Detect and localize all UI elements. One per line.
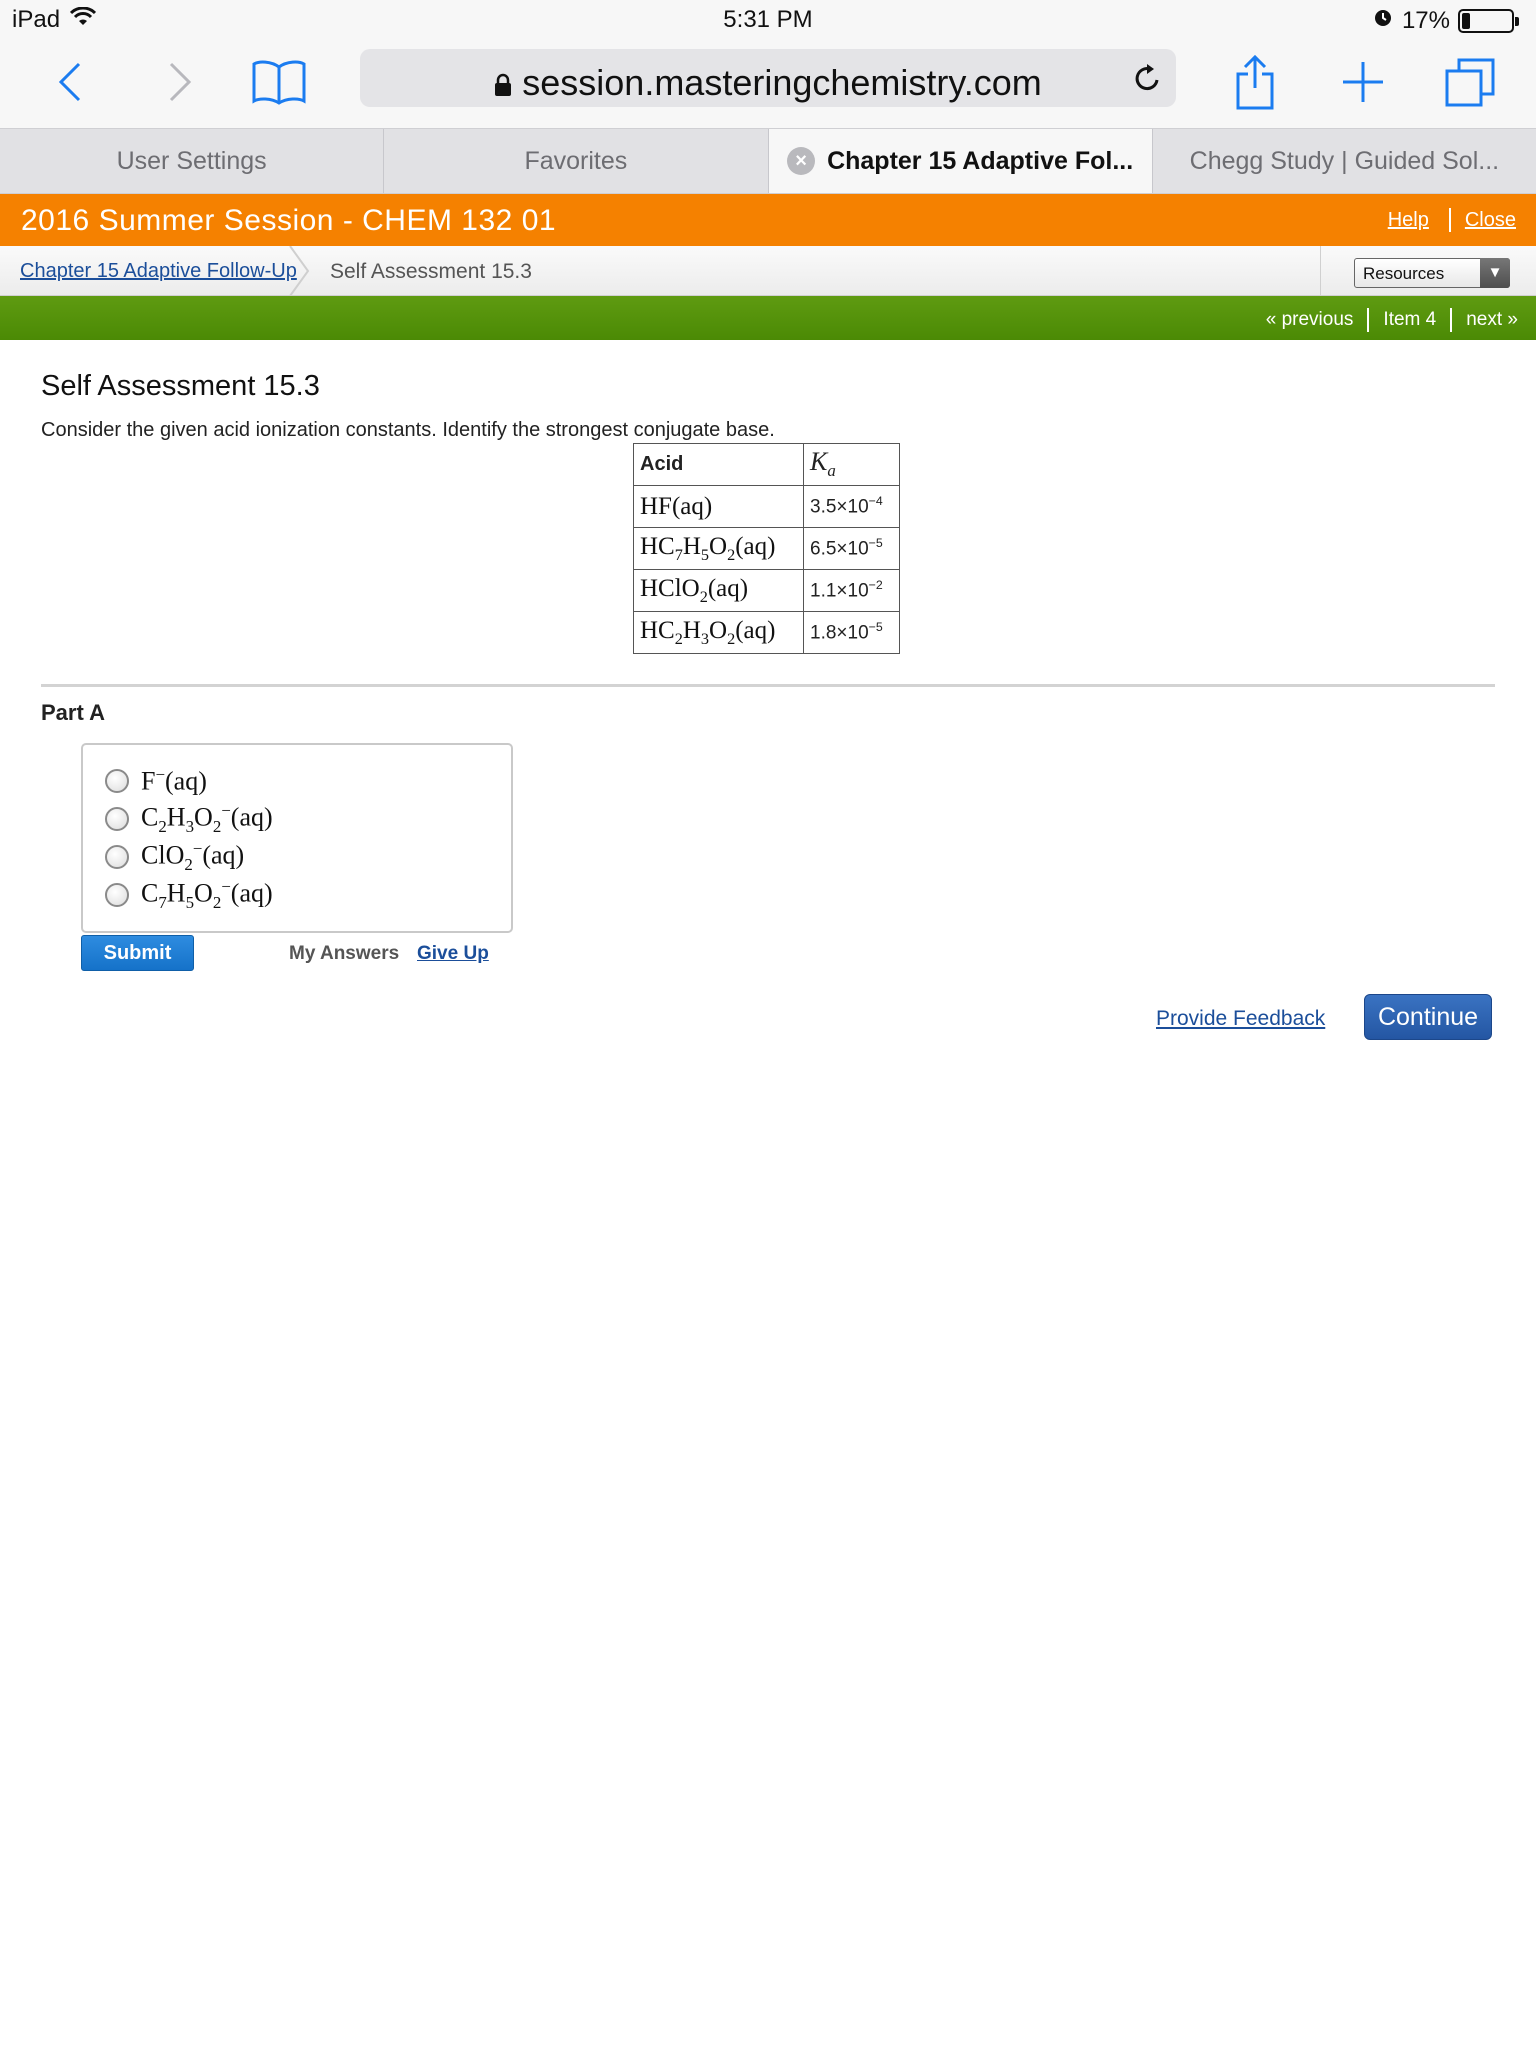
address-bar[interactable]: session.masteringchemistry.com (360, 49, 1176, 107)
reload-button[interactable] (1132, 62, 1162, 99)
table-row: HC7H5O2(aq) 6.5×10−5 (633, 527, 900, 570)
ka-table: Acid Ka HF(aq) 3.5×10−4 HC7H5O2(aq) 6.5×… (633, 443, 900, 654)
close-link[interactable]: Close (1465, 209, 1516, 232)
choice-label: C2H3O2−(aq) (141, 801, 273, 836)
previous-link[interactable]: « previous (1266, 309, 1354, 331)
give-up-link[interactable]: Give Up (417, 943, 489, 965)
status-right: 17% (1372, 6, 1519, 35)
chevron-left-icon (58, 62, 81, 102)
reload-icon (1135, 64, 1159, 91)
breadcrumb-parent-link[interactable]: Chapter 15 Adaptive Follow-Up (20, 260, 297, 283)
divider (1367, 308, 1370, 332)
help-link[interactable]: Help (1388, 209, 1429, 232)
choice-chlorite[interactable]: ClO2−(aq) (105, 839, 244, 875)
table-row: HClO2(aq) 1.1×10−2 (633, 569, 900, 612)
choice-label: F−(aq) (141, 765, 207, 796)
plus-icon (1343, 62, 1383, 102)
resources-label: Resources (1363, 264, 1445, 283)
acid-formula: HClO2(aq) (633, 569, 804, 612)
my-answers-link[interactable]: My Answers (289, 943, 399, 965)
choice-label: C7H5O2−(aq) (141, 877, 273, 912)
choice-label: ClO2−(aq) (141, 839, 245, 874)
header-acid: Acid (633, 443, 804, 486)
battery-percent: 17% (1401, 6, 1450, 34)
back-button[interactable] (48, 52, 92, 112)
table-header-row: Acid Ka (633, 443, 900, 486)
question-text: Consider the given acid ionization const… (41, 419, 775, 441)
course-header: 2016 Summer Session - CHEM 132 01 Help C… (0, 194, 1536, 246)
tab-favorites[interactable]: Favorites (384, 129, 769, 193)
course-links: Help Close (1388, 208, 1516, 232)
part-label: Part A (41, 700, 105, 725)
tab-label: User Settings (116, 146, 267, 175)
chevron-right-icon (169, 62, 192, 102)
resources-dropdown[interactable]: Resources ▼ (1354, 258, 1510, 288)
url-text: session.masteringchemistry.com (522, 62, 1042, 103)
acid-formula: HF(aq) (633, 485, 804, 528)
status-left: iPad (12, 6, 97, 34)
radio-button[interactable] (105, 883, 129, 907)
acid-formula: HC7H5O2(aq) (633, 527, 804, 570)
ka-value: 1.8×10−5 (803, 611, 900, 654)
tab-chapter-15[interactable]: × Chapter 15 Adaptive Fol... (768, 129, 1153, 193)
book-icon (252, 60, 306, 105)
radio-button[interactable] (105, 845, 129, 869)
breadcrumb: Chapter 15 Adaptive Follow-Up Self Asses… (0, 246, 1536, 296)
close-tab-icon[interactable]: × (787, 147, 816, 175)
device-name: iPad (12, 6, 61, 33)
item-number: Item 4 (1383, 309, 1437, 330)
page-title: Self Assessment 15.3 (41, 370, 320, 402)
tabs-overview-icon (1445, 58, 1495, 107)
choice-benzoate[interactable]: C7H5O2−(aq) (105, 877, 273, 913)
choice-acetate[interactable]: C2H3O2−(aq) (105, 801, 273, 837)
status-bar: iPad 5:31 PM 17% (0, 0, 1536, 40)
breadcrumb-chevron-icon (289, 246, 310, 296)
tab-label: Chegg Study | Guided Sol... (1189, 146, 1500, 175)
resources-area: Resources ▼ (1320, 246, 1536, 296)
share-icon (1236, 54, 1274, 110)
dropdown-arrow-icon: ▼ (1480, 258, 1510, 288)
new-tab-button[interactable] (1338, 52, 1388, 112)
submit-button[interactable]: Submit (81, 935, 194, 971)
tabs-button[interactable] (1442, 52, 1498, 112)
share-button[interactable] (1230, 52, 1280, 112)
next-link[interactable]: next » (1466, 309, 1518, 331)
ka-value: 6.5×10−5 (803, 527, 900, 570)
table-row: HF(aq) 3.5×10−4 (633, 485, 900, 528)
tab-chegg-study[interactable]: Chegg Study | Guided Sol... (1153, 129, 1536, 193)
battery-fill (1462, 12, 1471, 29)
course-title: 2016 Summer Session - CHEM 132 01 (21, 204, 557, 237)
tab-user-settings[interactable]: User Settings (0, 129, 385, 193)
answer-choices: F−(aq) C2H3O2−(aq) ClO2−(aq) C7H5O2−(aq) (81, 743, 513, 933)
tab-label: Favorites (524, 146, 628, 175)
breadcrumb-current: Self Assessment 15.3 (330, 260, 532, 283)
item-nav-links: « previous Item 4 next » (1266, 308, 1518, 332)
item-navigation: « previous Item 4 next » (0, 296, 1536, 340)
divider (1448, 208, 1451, 232)
ka-value: 3.5×10−4 (803, 485, 900, 528)
radio-button[interactable] (105, 807, 129, 831)
alarm-icon (1372, 6, 1394, 35)
url-display: session.masteringchemistry.com (360, 62, 1176, 106)
tab-label: Chapter 15 Adaptive Fol... (827, 146, 1134, 175)
continue-button[interactable]: Continue (1364, 994, 1492, 1040)
provide-feedback-link[interactable]: Provide Feedback (1156, 1007, 1325, 1031)
wifi-icon (69, 6, 97, 34)
tab-strip: User Settings Favorites × Chapter 15 Ada… (0, 128, 1536, 194)
acid-formula: HC2H3O2(aq) (633, 611, 804, 654)
lock-icon (494, 64, 512, 106)
choice-fluoride[interactable]: F−(aq) (105, 763, 207, 799)
forward-button[interactable] (158, 52, 202, 112)
table-row: HC2H3O2(aq) 1.8×10−5 (633, 611, 900, 654)
radio-button[interactable] (105, 769, 129, 793)
ka-value: 1.1×10−2 (803, 569, 900, 612)
clock: 5:31 PM (723, 6, 813, 33)
header-ka: Ka (803, 443, 900, 486)
browser-toolbar: session.masteringchemistry.com (0, 40, 1536, 128)
battery-icon (1458, 8, 1519, 33)
divider (1450, 308, 1453, 332)
section-divider (41, 684, 1495, 687)
bookmarks-button[interactable] (250, 52, 308, 112)
